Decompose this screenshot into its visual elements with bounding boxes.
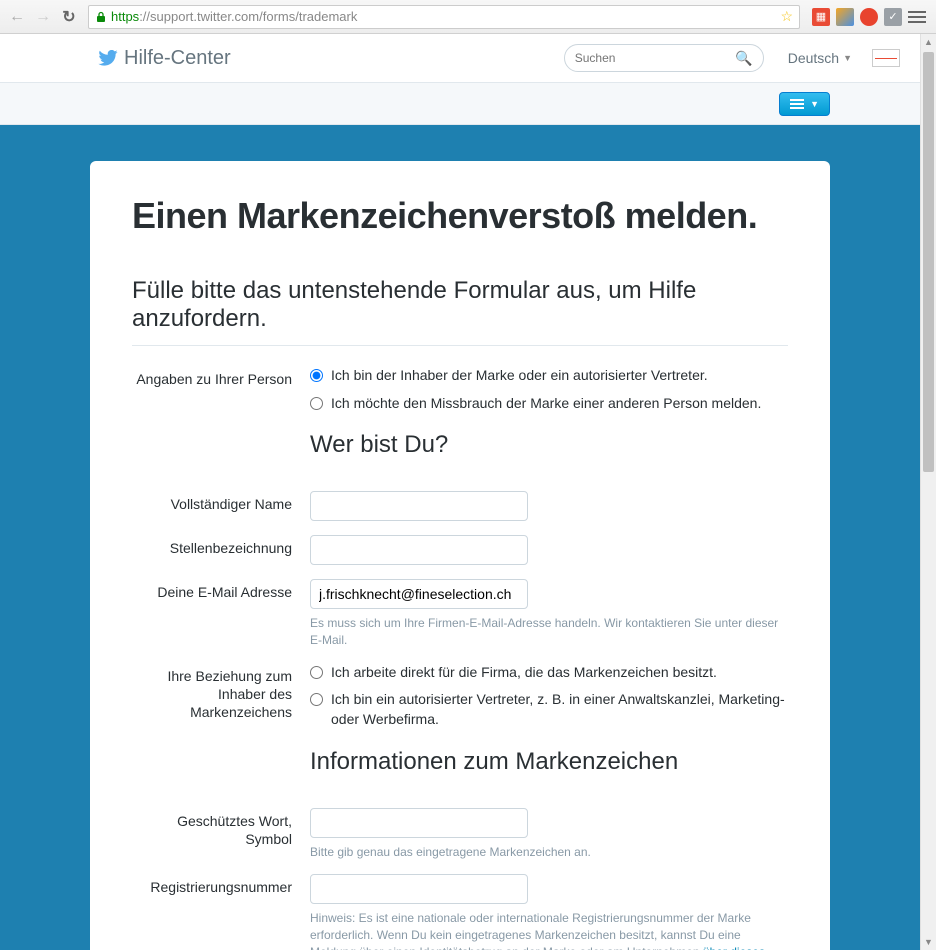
search-icon[interactable]: 🔍 <box>735 50 752 67</box>
search-box[interactable]: 🔍 <box>564 44 764 72</box>
hamburger-icon <box>790 99 804 109</box>
relationship-option-agent[interactable]: Ich bin ein autorisierter Vertreter, z. … <box>310 690 788 729</box>
browser-toolbar: ← → ↻ https://support.twitter.com/forms/… <box>0 0 936 34</box>
fullname-input[interactable] <box>310 491 528 521</box>
scroll-down-icon[interactable]: ▼ <box>921 934 936 950</box>
registration-help: Hinweis: Es ist eine nationale oder inte… <box>310 910 788 950</box>
language-label: Deutsch <box>788 50 839 66</box>
lock-icon <box>95 11 107 23</box>
registration-row: Registrierungsnummer Hinweis: Es ist ein… <box>132 868 788 950</box>
bookmark-star-icon[interactable]: ☆ <box>780 8 793 25</box>
extension-icon[interactable] <box>860 8 878 26</box>
protected-word-row: Geschütztes Wort, Symbol Bitte gib genau… <box>132 802 788 861</box>
person-option-owner[interactable]: Ich bin der Inhaber der Marke oder ein a… <box>310 366 788 386</box>
form-card: Einen Markenzeichenverstoß melden. Fülle… <box>90 161 830 950</box>
browser-menu-icon[interactable] <box>908 11 926 23</box>
site-brand[interactable]: Hilfe-Center <box>124 47 231 70</box>
person-info-row: Angaben zu Ihrer Person Ich bin der Inha… <box>132 360 788 477</box>
extension-icons: ▦ ✓ <box>808 8 930 26</box>
fullname-label: Vollständiger Name <box>132 491 310 521</box>
scroll-up-icon[interactable]: ▲ <box>921 34 936 50</box>
page-title: Einen Markenzeichenverstoß melden. <box>132 195 788 237</box>
back-button[interactable]: ← <box>6 6 28 28</box>
email-input[interactable] <box>310 579 528 609</box>
search-input[interactable] <box>575 51 736 65</box>
language-selector[interactable]: Deutsch ▼ <box>788 50 852 66</box>
chevron-down-icon: ▼ <box>843 53 852 63</box>
jobtitle-label: Stellenbezeichnung <box>132 535 310 565</box>
email-row: Deine E-Mail Adresse Es muss sich um Ihr… <box>132 573 788 649</box>
protected-word-input[interactable] <box>310 808 528 838</box>
chevron-down-icon: ▼ <box>810 99 819 109</box>
person-info-label: Angaben zu Ihrer Person <box>132 366 310 477</box>
relationship-option-direct[interactable]: Ich arbeite direkt für die Firma, die da… <box>310 663 788 683</box>
person-option-report[interactable]: Ich möchte den Missbrauch der Marke eine… <box>310 394 788 414</box>
protected-word-help: Bitte gib genau das eingetragene Markenz… <box>310 844 788 861</box>
extension-icon[interactable]: ▦ <box>812 8 830 26</box>
radio-direct[interactable] <box>310 666 323 679</box>
menu-toggle-button[interactable]: ▼ <box>779 92 830 116</box>
page-subtitle: Fülle bitte das untenstehende Formular a… <box>132 277 788 346</box>
fullname-row: Vollständiger Name <box>132 485 788 521</box>
twitter-logo-icon <box>98 50 118 66</box>
jobtitle-input[interactable] <box>310 535 528 565</box>
site-header: Hilfe-Center 🔍 Deutsch ▼ <box>0 34 920 83</box>
registration-label: Registrierungsnummer <box>132 874 310 950</box>
who-heading: Wer bist Du? <box>310 431 788 459</box>
registration-input[interactable] <box>310 874 528 904</box>
address-bar[interactable]: https://support.twitter.com/forms/tradem… <box>88 5 800 29</box>
scrollbar[interactable]: ▲ ▼ <box>920 34 936 950</box>
subnav: ▼ <box>0 83 920 125</box>
analytics-icon[interactable] <box>872 49 900 67</box>
trademark-heading: Informationen zum Markenzeichen <box>310 748 788 776</box>
forward-button[interactable]: → <box>32 6 54 28</box>
hero-band: Einen Markenzeichenverstoß melden. Fülle… <box>0 125 920 950</box>
relationship-label: Ihre Beziehung zum Inhaber des Markenzei… <box>132 663 310 794</box>
email-label: Deine E-Mail Adresse <box>132 579 310 649</box>
scrollbar-thumb[interactable] <box>923 52 934 472</box>
radio-report[interactable] <box>310 397 323 410</box>
url-text: https://support.twitter.com/forms/tradem… <box>111 9 780 24</box>
protected-word-label: Geschütztes Wort, Symbol <box>132 808 310 861</box>
email-help: Es muss sich um Ihre Firmen-E-Mail-Adres… <box>310 615 788 649</box>
reload-button[interactable]: ↻ <box>58 6 80 28</box>
radio-owner[interactable] <box>310 369 323 382</box>
relationship-row: Ihre Beziehung zum Inhaber des Markenzei… <box>132 657 788 794</box>
radio-agent[interactable] <box>310 693 323 706</box>
jobtitle-row: Stellenbezeichnung <box>132 529 788 565</box>
extension-icon[interactable]: ✓ <box>884 8 902 26</box>
extension-icon[interactable] <box>836 8 854 26</box>
